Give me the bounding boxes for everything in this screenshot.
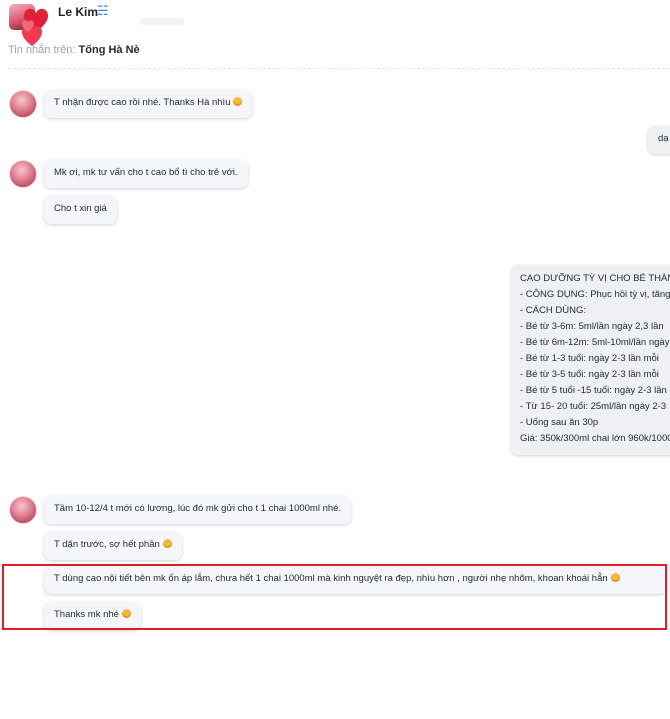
- message-line: CAO DƯỠNG TỲ VỊ CHO BÉ THÀNH: [520, 273, 670, 284]
- sender-avatar[interactable]: [9, 496, 37, 524]
- highlight-box: [2, 564, 667, 630]
- sender-avatar[interactable]: [9, 160, 37, 188]
- message-line: - Từ 15- 20 tuổi: 25ml/lần ngày 2-3: [520, 401, 667, 412]
- heart-icon: [22, 8, 48, 46]
- message-text: T nhận được cao rồi nhé. Thanks Hà nhìu: [54, 97, 231, 108]
- message-bubble[interactable]: Cho t xin giá: [44, 196, 117, 224]
- message-bubble-outgoing[interactable]: dạ: [648, 126, 670, 154]
- grinning-emoji-icon: [233, 97, 243, 106]
- grinning-emoji-icon: [162, 539, 172, 548]
- message-line: - Bé từ 5 tuổi -15 tuổi: ngày 2-3 lần: [520, 385, 667, 396]
- message-text: Cho t xin giá: [54, 203, 107, 214]
- message-line: - Bé từ 3-5 tuổi: ngày 2-3 lần mỗi: [520, 369, 659, 380]
- message-line: Giá: 350k/300ml chai lớn 960k/1000ml: [520, 433, 670, 444]
- message-bubble[interactable]: T dặn trước, sợ hết phần: [44, 532, 182, 560]
- message-bubble[interactable]: Mk ơi, mk tư vấn cho t cao bổ tì cho trẻ…: [44, 160, 248, 188]
- message-bubble[interactable]: Tầm 10-12/4 t mới có lương, lúc đó mk gử…: [44, 496, 352, 524]
- message-text: T dặn trước, sợ hết phần: [54, 539, 160, 550]
- contact-name[interactable]: Le Kim: [58, 5, 98, 19]
- message-line: - Bé từ 3-6m: 5ml/lần ngày 2,3 lần: [520, 321, 664, 332]
- origin-value[interactable]: Tống Hà Nè: [79, 44, 140, 56]
- header-avatar[interactable]: [6, 2, 50, 46]
- message-bubble-outgoing-product-info[interactable]: CAO DƯỠNG TỲ VỊ CHO BÉ THÀNH - CÔNG DỤNG…: [511, 265, 670, 455]
- message-line: - CÔNG DỤNG: Phục hồi tỳ vị, tăng: [520, 289, 670, 300]
- message-bubble[interactable]: T nhận được cao rồi nhé. Thanks Hà nhìu: [44, 90, 253, 118]
- origin-label: Tin nhắn trên:: [8, 44, 76, 56]
- message-line: - Bé từ 6m-12m: 5ml-10ml/lần ngày: [520, 337, 670, 348]
- contact-subtitle-placeholder: [140, 18, 184, 25]
- message-origin: Tin nhắn trên: Tống Hà Nè: [8, 44, 140, 56]
- message-text: Tầm 10-12/4 t mới có lương, lúc đó mk gử…: [54, 503, 342, 514]
- message-line: - CÁCH DÙNG:: [520, 305, 586, 316]
- header-divider: [8, 68, 670, 69]
- shop-badge-icon: ☵: [97, 3, 109, 18]
- message-line: - Bé từ 1-3 tuổi: ngày 2-3 lần mỗi: [520, 353, 659, 364]
- sender-avatar[interactable]: [9, 90, 37, 118]
- message-line: - Uống sau ăn 30p: [520, 417, 599, 428]
- message-text: dạ: [658, 133, 669, 144]
- message-text: Mk ơi, mk tư vấn cho t cao bổ tì cho trẻ…: [54, 167, 238, 178]
